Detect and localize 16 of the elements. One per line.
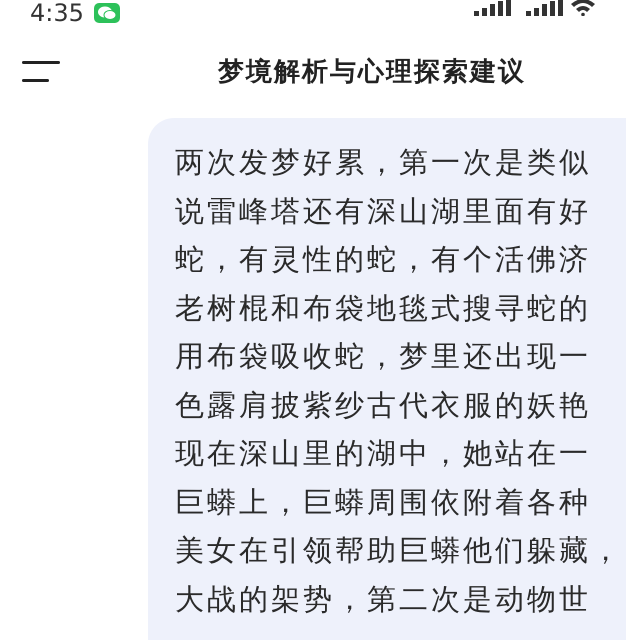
message-text-line: 说雷峰塔还有深山湖里面有好 [175,192,591,230]
message-text-line: 现在深山里的湖中，她站在一 [175,435,591,472]
message-text-line: 老树棍和布袋地毯式搜寻蛇的 [175,290,591,326]
menu-icon[interactable] [22,61,62,83]
message-text-line: 巨蟒上，巨蟒周围依附着各种 [175,484,591,520]
page-title: 梦境解析与心理探索建议 [218,56,526,88]
message-text-line: 蛇，有灵性的蛇，有个活佛济 [175,241,591,278]
wifi-icon [570,0,596,16]
message-text-line: 用布袋吸收蛇，梦里还出现一 [175,338,591,375]
message-text-line: 两次发梦好累，第一次是类似 [175,144,591,181]
chat-app-icon [94,3,120,23]
message-text-line: 大战的架势，第二次是动物世 [175,580,591,618]
signal-icon [526,0,566,16]
status-time: 4:35 [30,0,84,26]
message-text-line: 美女在引领帮助巨蟒他们躲藏， [175,532,623,569]
message-text-line: 色露肩披紫纱古代衣服的妖艳 [175,386,591,424]
